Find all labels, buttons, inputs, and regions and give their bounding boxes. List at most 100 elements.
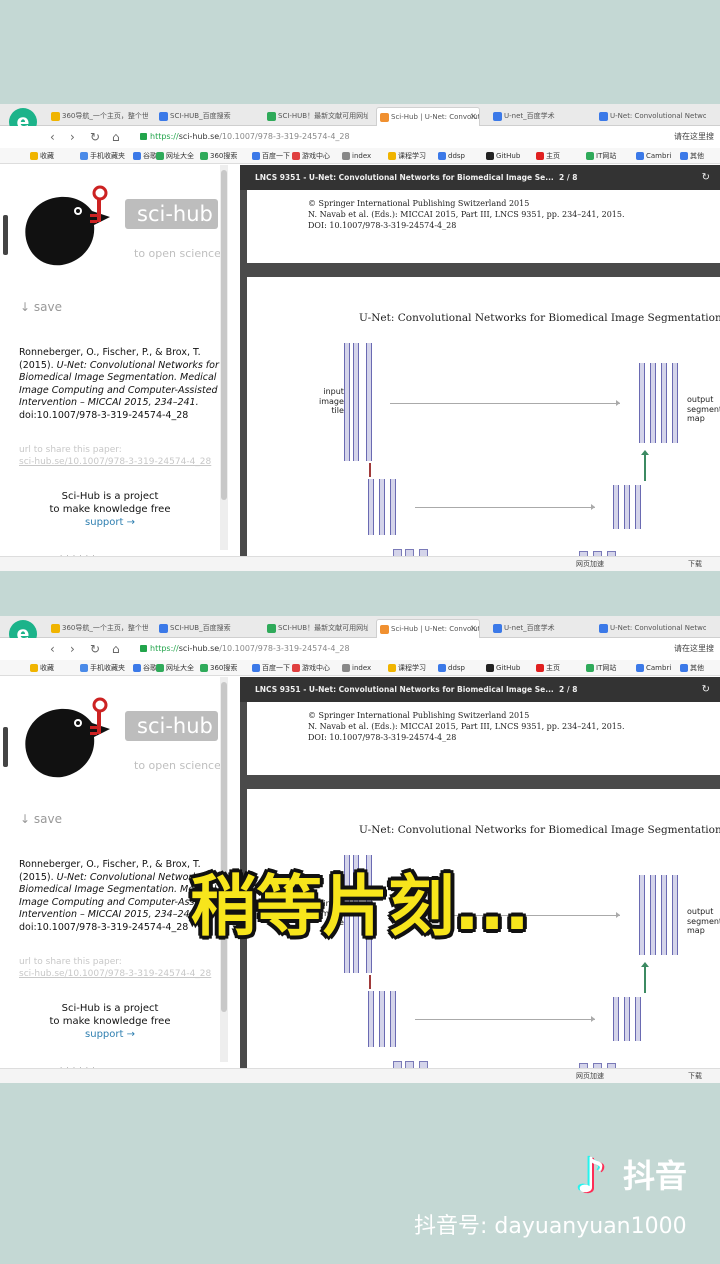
rotate-icon[interactable]: ↻ [702, 165, 710, 190]
reload-icon[interactable]: ↻ [90, 129, 100, 145]
close-tab-icon[interactable]: × [469, 108, 477, 126]
bookmark-favicon-icon [680, 152, 688, 160]
download-label[interactable]: 下载 [688, 1069, 702, 1083]
bookmark-item[interactable]: ddsp [438, 148, 465, 164]
bookmark-item[interactable]: ddsp [438, 660, 465, 676]
bookmark-item[interactable]: 手机收藏夹 [80, 660, 125, 676]
address-bar[interactable]: https://sci-hub.se/10.1007/978-3-319-245… [140, 641, 610, 657]
bookmark-item[interactable]: 主页 [536, 660, 560, 676]
browser-tab[interactable]: Sci-Hub | U-Net: Convolutional Networks× [376, 107, 480, 126]
reload-icon[interactable]: ↻ [90, 641, 100, 657]
search-box[interactable]: 请在这里搜 [674, 641, 714, 657]
bookmark-item[interactable]: index [342, 148, 371, 164]
project-line-1: Sci-Hub is a project [61, 1003, 159, 1014]
left-scroll-handle[interactable] [3, 727, 8, 767]
feature-map-bar [661, 363, 667, 443]
bookmark-favicon-icon [252, 664, 260, 672]
bookmark-item[interactable]: GitHub [486, 660, 520, 676]
tab-label: Sci-Hub | U-Net: Convolutional Networks [391, 625, 479, 633]
share-block: url to share this paper: sci-hub.se/10.1… [19, 444, 219, 468]
browser-tab[interactable]: SCI-HUB_百度搜索 [156, 107, 256, 126]
bookmark-item[interactable]: Cambri [636, 660, 671, 676]
status-bar: 网页加速 下载 [0, 556, 720, 571]
browser-tab[interactable]: U-Net: Convolutional Networks [596, 619, 706, 638]
bookmark-item[interactable]: 百度一下 [252, 148, 290, 164]
bookmark-label: 360搜索 [210, 152, 238, 160]
tab-label: U-Net: Convolutional Networks [610, 624, 706, 632]
back-icon[interactable]: ‹ [50, 129, 55, 145]
bookmark-item[interactable]: 游戏中心 [292, 148, 330, 164]
bookmark-item[interactable]: 谷歌 [133, 148, 157, 164]
close-tab-icon[interactable]: × [469, 620, 477, 638]
scihub-brand[interactable]: sci-hub [125, 711, 218, 741]
feature-map-bar [379, 479, 385, 535]
bookmark-item[interactable]: GitHub [486, 148, 520, 164]
browser-tab[interactable]: SCI-HUB！最新文献可用网址 [264, 107, 368, 126]
browser-tab[interactable]: SCI-HUB！最新文献可用网址 [264, 619, 368, 638]
bookmark-item[interactable]: 网址大全 [156, 660, 194, 676]
sidebar-scrollbar[interactable] [220, 165, 228, 550]
forward-icon[interactable]: › [70, 641, 75, 657]
support-link[interactable]: support → [30, 516, 190, 529]
share-url-link[interactable]: sci-hub.se/10.1007/978-3-319-24574-4_28 [19, 456, 219, 468]
browser-tab[interactable]: Sci-Hub | U-Net: Convolutional Networks× [376, 619, 480, 638]
save-link[interactable]: ↓ save [20, 812, 62, 826]
bookmark-item[interactable]: 手机收藏夹 [80, 148, 125, 164]
bookmark-favicon-icon [486, 664, 494, 672]
bookmark-item[interactable]: IT网站 [586, 148, 616, 164]
feature-map-bar [624, 997, 630, 1041]
bookmark-item[interactable]: Cambri [636, 148, 671, 164]
bookmark-item[interactable]: 360搜索 [200, 660, 237, 676]
bookmark-item[interactable]: 收藏 [30, 660, 54, 676]
back-icon[interactable]: ‹ [50, 641, 55, 657]
douyin-logo-icon: ♪ [575, 1148, 607, 1204]
bookmark-favicon-icon [486, 152, 494, 160]
bookmark-label: 手机收藏夹 [90, 664, 125, 672]
browser-tab[interactable]: 360导航_一个主页，整个世界 [48, 619, 148, 638]
feature-map-bar [353, 343, 359, 461]
browser-tab[interactable]: U-net_百度学术 [490, 107, 586, 126]
bookmark-label: ddsp [448, 664, 465, 672]
bookmark-item[interactable]: 主页 [536, 148, 560, 164]
browser-tab[interactable]: SCI-HUB_百度搜索 [156, 619, 256, 638]
support-link[interactable]: support → [30, 1028, 190, 1041]
bookmark-item[interactable]: 网址大全 [156, 148, 194, 164]
rotate-icon[interactable]: ↻ [702, 677, 710, 702]
feature-map-bar [613, 485, 619, 529]
browser-tab[interactable]: U-net_百度学术 [490, 619, 586, 638]
bookmark-item[interactable]: 百度一下 [252, 660, 290, 676]
browser-tab-bar: e 360导航_一个主页，整个世界 SCI-HUB_百度搜索 SCI-HUB！最新文… [0, 616, 720, 648]
home-icon[interactable]: ⌂ [112, 641, 120, 657]
output-map-label: output segmentation map [687, 395, 720, 423]
bookmark-item[interactable]: IT网站 [586, 660, 616, 676]
share-url-link[interactable]: sci-hub.se/10.1007/978-3-319-24574-4_28 [19, 968, 219, 980]
bookmark-item[interactable]: 谷歌 [133, 660, 157, 676]
bookmark-item[interactable]: 收藏 [30, 148, 54, 164]
accelerate-label[interactable]: 网页加速 [576, 1069, 604, 1083]
save-link[interactable]: ↓ save [20, 300, 62, 314]
tab-label: U-net_百度学术 [504, 624, 555, 632]
copyright-line: © Springer International Publishing Swit… [308, 711, 530, 720]
bookmark-favicon-icon [292, 664, 300, 672]
bookmark-item[interactable]: 其他 [680, 148, 704, 164]
home-icon[interactable]: ⌂ [112, 129, 120, 145]
browser-tab[interactable]: 360导航_一个主页，整个世界 [48, 107, 148, 126]
browser-tab[interactable]: U-Net: Convolutional Networks [596, 107, 706, 126]
bookmark-item[interactable]: 其他 [680, 660, 704, 676]
left-scroll-handle[interactable] [3, 215, 8, 255]
forward-icon[interactable]: › [70, 129, 75, 145]
download-label[interactable]: 下载 [688, 557, 702, 571]
bookmark-item[interactable]: 课程学习 [388, 660, 426, 676]
bookmark-favicon-icon [388, 664, 396, 672]
tab-label: U-Net: Convolutional Networks [610, 112, 706, 120]
bookmark-item[interactable]: 游戏中心 [292, 660, 330, 676]
search-box[interactable]: 请在这里搜 [674, 129, 714, 145]
address-bar[interactable]: https://sci-hub.se/10.1007/978-3-319-245… [140, 129, 610, 145]
accelerate-label[interactable]: 网页加速 [576, 557, 604, 571]
scihub-brand[interactable]: sci-hub [125, 199, 218, 229]
paper-title: U-Net: Convolutional Networks for Biomed… [359, 824, 720, 836]
bookmark-item[interactable]: index [342, 660, 371, 676]
paper-title: U-Net: Convolutional Networks for Biomed… [359, 312, 720, 324]
bookmark-item[interactable]: 360搜索 [200, 148, 237, 164]
bookmark-item[interactable]: 课程学习 [388, 148, 426, 164]
